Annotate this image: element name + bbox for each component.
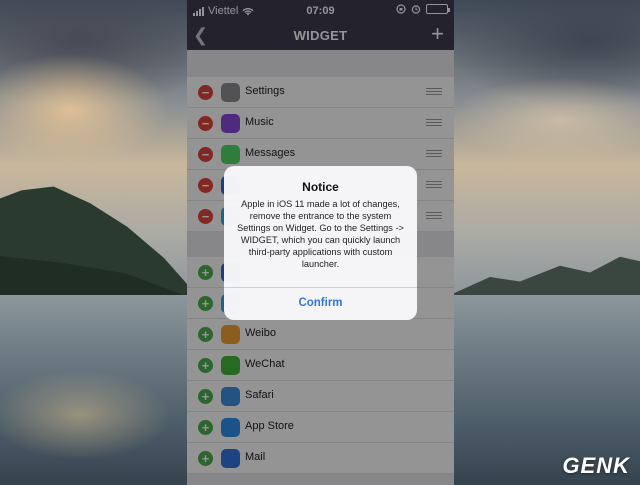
genk-watermark-logo: GENK xyxy=(562,453,630,478)
alert-divider xyxy=(224,287,417,288)
confirm-button[interactable]: Confirm xyxy=(224,297,417,309)
notice-alert: Notice Apple in iOS 11 made a lot of cha… xyxy=(224,166,417,320)
alert-title: Notice xyxy=(302,180,339,194)
alert-message: Apple in iOS 11 made a lot of changes, r… xyxy=(237,199,404,269)
phone-screen: Viettel 07:09 ❮ WIDGET + − Settings − Music… xyxy=(187,0,454,485)
